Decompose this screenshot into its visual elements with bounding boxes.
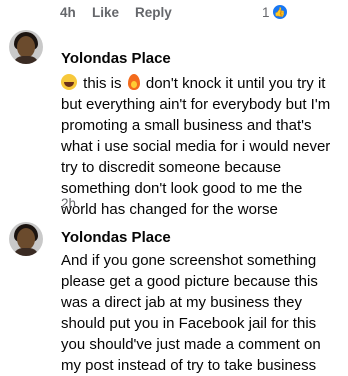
fire-emoji-icon [127,74,140,90]
reaction-count[interactable]: 1 [262,5,270,20]
avatar[interactable] [9,222,43,256]
comment-text: this is don't knock it until you try it … [61,74,331,218]
avatar[interactable] [9,30,43,64]
reply-button[interactable]: Reply [135,5,172,20]
comment-text: And if you gone screenshot something ple… [61,252,321,374]
comment-timestamp: 2h [61,196,77,211]
like-button[interactable]: Like [92,5,119,20]
like-reaction-icon[interactable]: 👍 [272,4,288,20]
comment-author[interactable]: Yolondas Place [61,50,171,67]
comment-actions-bar: 4h Like Reply 1 👍 [0,0,348,26]
comment-timestamp: 4h [60,5,76,20]
laughing-emoji-icon [61,74,77,90]
comment-author[interactable]: Yolondas Place [61,229,171,246]
